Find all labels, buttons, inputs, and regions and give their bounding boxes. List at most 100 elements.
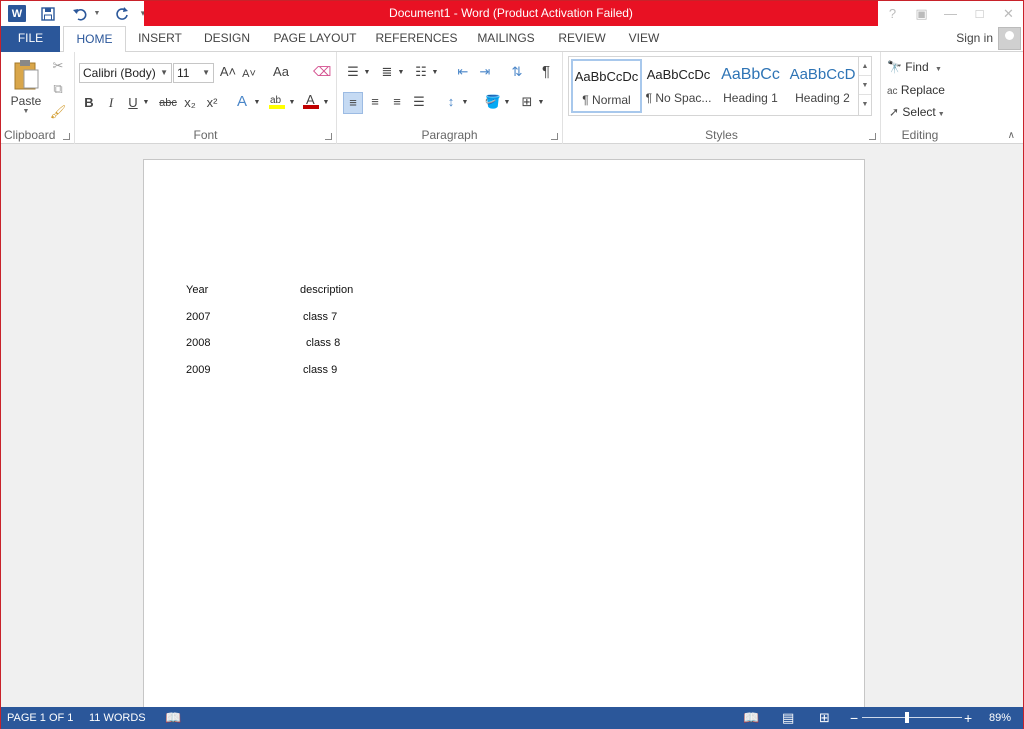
highlight-icon[interactable]: ab bbox=[267, 92, 287, 114]
tab-references[interactable]: REFERENCES bbox=[374, 26, 459, 52]
zoom-level[interactable]: 89% bbox=[989, 707, 1011, 729]
underline-dropdown-icon[interactable]: ▼ bbox=[141, 93, 151, 115]
cut-icon[interactable]: ✂ bbox=[49, 56, 67, 78]
document-line[interactable]: 2007 class 7 bbox=[186, 311, 586, 325]
year-cell: 2009 bbox=[186, 364, 211, 376]
undo-icon[interactable] bbox=[68, 1, 92, 26]
minimize-button[interactable]: — bbox=[936, 1, 965, 26]
tab-insert[interactable]: INSERT bbox=[132, 26, 188, 52]
avatar[interactable] bbox=[998, 27, 1021, 50]
font-color-dropdown-icon[interactable]: ▼ bbox=[321, 93, 331, 115]
zoom-in-icon[interactable]: + bbox=[964, 707, 972, 729]
italic-button[interactable]: I bbox=[103, 93, 119, 115]
close-button[interactable]: ✕ bbox=[994, 1, 1023, 26]
bold-button[interactable]: B bbox=[81, 93, 97, 115]
font-launcher-icon[interactable] bbox=[325, 133, 332, 140]
bullets-dropdown-icon[interactable]: ▼ bbox=[363, 63, 371, 85]
text-effects-icon[interactable]: A bbox=[233, 92, 251, 114]
svg-text:ab: ab bbox=[270, 95, 282, 106]
tab-page-layout[interactable]: PAGE LAYOUT bbox=[267, 26, 363, 52]
line-spacing-dropdown-icon[interactable]: ▼ bbox=[461, 93, 469, 115]
borders-dropdown-icon[interactable]: ▼ bbox=[537, 93, 545, 115]
styles-launcher-icon[interactable] bbox=[869, 133, 876, 140]
strikethrough-button[interactable]: abc bbox=[157, 93, 179, 115]
increase-indent-icon[interactable]: ⇥ bbox=[475, 62, 495, 84]
sign-in-link[interactable]: Sign in bbox=[956, 26, 993, 51]
zoom-slider[interactable] bbox=[862, 717, 962, 718]
styles-more-icon[interactable]: ▼ bbox=[859, 95, 871, 114]
paragraph-launcher-icon[interactable] bbox=[551, 133, 558, 140]
style-heading-2[interactable]: AaBbCcD Heading 2 bbox=[787, 59, 858, 113]
tab-review[interactable]: REVIEW bbox=[553, 26, 611, 52]
format-painter-icon[interactable]: 🖌 bbox=[49, 102, 67, 124]
superscript-button[interactable]: x² bbox=[203, 93, 221, 115]
word-count[interactable]: 11 WORDS bbox=[89, 707, 146, 729]
tab-mailings[interactable]: MAILINGS bbox=[470, 26, 542, 52]
copy-icon[interactable]: ⧉ bbox=[49, 79, 67, 101]
underline-button[interactable]: U bbox=[125, 93, 141, 115]
numbering-dropdown-icon[interactable]: ▼ bbox=[397, 63, 405, 85]
shrink-font-button[interactable]: A˅ bbox=[240, 64, 258, 86]
tab-file[interactable]: FILE bbox=[1, 26, 60, 52]
justify-icon[interactable]: ☰ bbox=[409, 92, 429, 114]
shading-icon[interactable]: 🪣 bbox=[483, 92, 503, 114]
document-line[interactable]: 2009 class 9 bbox=[186, 364, 586, 378]
document-line[interactable]: 2008 class 8 bbox=[186, 337, 586, 351]
restore-button[interactable]: □ bbox=[965, 1, 994, 26]
highlight-dropdown-icon[interactable]: ▼ bbox=[287, 93, 297, 115]
replace-button[interactable]: ac Replace bbox=[887, 80, 945, 100]
font-color-icon[interactable]: A bbox=[301, 92, 321, 114]
document-canvas[interactable]: Year description 2007 class 7 2008 class… bbox=[1, 144, 1023, 719]
select-button[interactable]: ➚ Select ▼ bbox=[889, 102, 945, 122]
zoom-out-icon[interactable]: − bbox=[850, 707, 858, 729]
print-layout-icon[interactable]: ▤ bbox=[782, 707, 794, 729]
tab-design[interactable]: DESIGN bbox=[197, 26, 257, 52]
document-line[interactable]: Year description bbox=[186, 284, 586, 298]
align-left-icon[interactable]: ≡ bbox=[343, 92, 363, 114]
font-size-combo[interactable]: 11 ▼ bbox=[173, 63, 214, 83]
save-icon[interactable] bbox=[34, 1, 62, 26]
text-effects-dropdown-icon[interactable]: ▼ bbox=[252, 93, 262, 115]
style-no-spacing[interactable]: AaBbCcDc ¶ No Spac... bbox=[643, 59, 714, 113]
tab-home[interactable]: HOME bbox=[63, 26, 126, 53]
decrease-indent-icon[interactable]: ⇤ bbox=[453, 62, 473, 84]
change-case-button[interactable]: Aa bbox=[268, 62, 294, 84]
multilevel-list-icon[interactable]: ☷ bbox=[411, 62, 431, 84]
help-button[interactable]: ? bbox=[878, 1, 907, 26]
web-layout-icon[interactable]: ⊞ bbox=[819, 707, 830, 729]
zoom-slider-thumb[interactable] bbox=[905, 712, 909, 723]
style-normal[interactable]: AaBbCcDc ¶ Normal bbox=[571, 59, 642, 113]
shading-dropdown-icon[interactable]: ▼ bbox=[503, 93, 511, 115]
align-center-icon[interactable]: ≡ bbox=[365, 92, 385, 114]
line-spacing-icon[interactable]: ↕ bbox=[441, 92, 461, 114]
bullets-icon[interactable]: ☰ bbox=[343, 62, 363, 84]
subscript-button[interactable]: x₂ bbox=[181, 93, 199, 115]
numbering-icon[interactable]: ≣ bbox=[377, 62, 397, 84]
page-count[interactable]: PAGE 1 OF 1 bbox=[7, 707, 73, 729]
undo-dropdown-icon[interactable]: ▼ bbox=[92, 1, 102, 26]
style-heading-1[interactable]: AaBbCc Heading 1 bbox=[715, 59, 786, 113]
font-name-combo[interactable]: Calibri (Body) ▼ bbox=[79, 63, 172, 83]
read-mode-icon[interactable]: 📖 bbox=[743, 707, 759, 729]
document-page[interactable]: Year description 2007 class 7 2008 class… bbox=[143, 159, 865, 719]
clear-formatting-icon[interactable]: ⌫ bbox=[313, 62, 331, 84]
borders-icon[interactable]: ⊞ bbox=[517, 92, 537, 114]
multilevel-list-dropdown-icon[interactable]: ▼ bbox=[431, 63, 439, 85]
grow-font-button[interactable]: A˄ bbox=[219, 62, 237, 84]
show-formatting-marks-icon[interactable]: ¶ bbox=[537, 62, 555, 84]
tab-view[interactable]: VIEW bbox=[621, 26, 667, 52]
sort-icon[interactable]: ⇅ bbox=[507, 62, 527, 84]
paste-button[interactable]: Paste ▼ bbox=[7, 56, 45, 122]
word-app-icon[interactable]: W bbox=[1, 1, 26, 26]
proofing-icon[interactable]: 📖 bbox=[165, 707, 181, 729]
align-right-icon[interactable]: ≡ bbox=[387, 92, 407, 114]
styles-up-icon[interactable]: ▲ bbox=[859, 57, 871, 76]
collapse-ribbon-icon[interactable]: ∧ bbox=[1008, 130, 1015, 141]
redo-icon[interactable] bbox=[108, 1, 136, 26]
styles-down-icon[interactable]: ▼ bbox=[859, 76, 871, 95]
clipboard-launcher-icon[interactable] bbox=[63, 133, 70, 140]
find-button[interactable]: 🔭 Find ▼ bbox=[887, 57, 942, 77]
ribbon-display-options-button[interactable]: ▣ bbox=[907, 1, 936, 26]
title-bar: W ▼ ▾ Document1 - Word (Product Activati… bbox=[1, 1, 1023, 26]
font-group: Calibri (Body) ▼ 11 ▼ A˄ A˅ Aa ⌫ B I U ▼ a… bbox=[75, 52, 337, 144]
